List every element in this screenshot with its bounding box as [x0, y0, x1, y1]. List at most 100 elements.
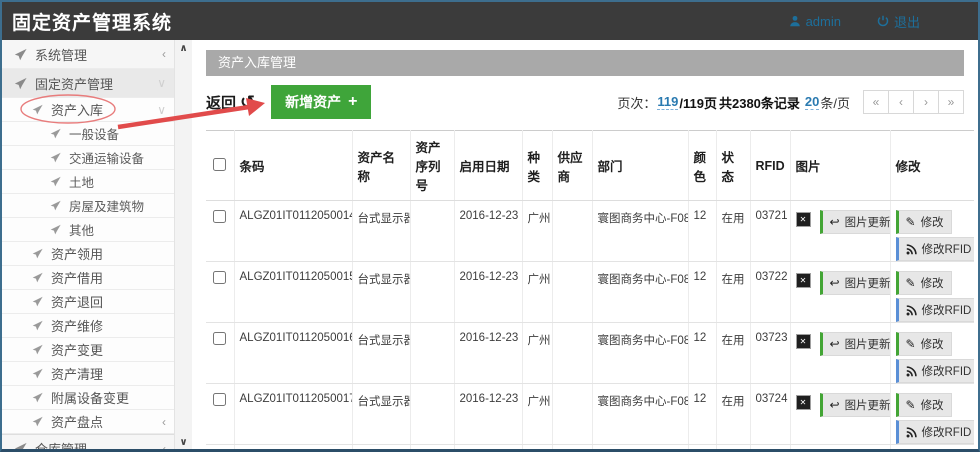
edit-rfid-button[interactable]: 修改RFID — [896, 420, 975, 444]
sidebar-item-label: 资产变更 — [51, 340, 103, 359]
record-count: 共2380条记录 — [719, 93, 800, 112]
back-button[interactable]: 返回 ↺ — [206, 92, 255, 113]
edit-button[interactable]: ✎ 修改 — [896, 393, 952, 417]
update-arrow-icon: ↩ — [830, 277, 840, 289]
image-update-button[interactable]: ↩ 图片更新 — [820, 210, 891, 234]
sidebar-item[interactable]: 附属设备变更 — [2, 386, 174, 410]
sidebar-item[interactable]: 资产入库 ∨ — [2, 98, 174, 122]
sidebar-item-label: 一般设备 — [69, 124, 119, 143]
edit-rfid-button[interactable]: 修改RFID — [896, 359, 975, 383]
pager-button-1[interactable]: ‹ — [888, 90, 914, 114]
cell-status: 在用 — [716, 323, 750, 384]
sidebar-item[interactable]: 资产清理 — [2, 362, 174, 386]
chevron-icon: ∨ — [157, 103, 166, 117]
cell-color: 12 — [688, 201, 716, 262]
cell-serial — [410, 445, 454, 452]
paper-plane-icon — [32, 320, 43, 331]
cell-name: 台式显示器 — [352, 384, 410, 445]
sidebar-scrollbar[interactable]: ∧ ∨ — [174, 40, 192, 451]
broken-image-icon: ✕ — [796, 212, 811, 227]
image-update-button[interactable]: ↩ 图片更新 — [820, 271, 891, 295]
add-asset-label: 新增资产 — [285, 92, 341, 112]
sidebar-menu: 系统管理 ‹ 固定资产管理 ∨ 资产入库 ∨ 一般设备 交通运输设备 土地 房屋… — [2, 40, 174, 452]
edit-button[interactable]: ✎ 修改 — [896, 271, 952, 295]
sidebar-item-label: 资产退回 — [51, 292, 103, 311]
paper-plane-icon — [32, 392, 43, 403]
scroll-up-icon[interactable]: ∧ — [175, 43, 192, 54]
app-window: 固定资产管理系统 admin 退出 系统管理 ‹ 固定资产管理 ∨ 资产入库 ∨… — [0, 0, 980, 452]
table-row: ALGZ01IT0112050017 台式显示器 2016-12-23 广州 寰… — [206, 384, 974, 445]
cell-date: 2016-12-23 — [454, 201, 522, 262]
pager-button-2[interactable]: › — [913, 90, 939, 114]
row-checkbox[interactable] — [213, 271, 226, 284]
cell-date: 2016-12-23 — [454, 262, 522, 323]
edit-rfid-button[interactable]: 修改RFID — [896, 298, 975, 322]
image-update-button[interactable]: ↩ 图片更新 — [820, 332, 891, 356]
paper-plane-icon — [14, 77, 27, 90]
sidebar-item-label: 系统管理 — [35, 45, 87, 64]
sidebar-item-label: 仓库管理 — [35, 439, 87, 452]
scroll-down-icon[interactable]: ∨ — [175, 437, 192, 448]
cell-supplier — [552, 262, 592, 323]
column-header: 部门 — [592, 131, 688, 201]
cell-serial — [410, 323, 454, 384]
pager-button-0[interactable]: « — [863, 90, 889, 114]
edit-button[interactable]: ✎ 修改 — [896, 210, 952, 234]
update-arrow-icon: ↩ — [830, 338, 840, 350]
cell-category: 广州 — [522, 445, 552, 452]
rfid-signal-icon — [906, 427, 917, 438]
cell-dept: 寰图商务中心-F08 — [592, 323, 688, 384]
image-update-label: 图片更新 — [845, 275, 890, 291]
column-header: 种类 — [522, 131, 552, 201]
sidebar-item-label: 资产维修 — [51, 316, 103, 335]
pager-button-3[interactable]: » — [938, 90, 964, 114]
paper-plane-icon — [50, 176, 61, 187]
select-all-checkbox[interactable] — [213, 158, 226, 171]
column-header: 条码 — [234, 131, 352, 201]
edit-button[interactable]: ✎ 修改 — [896, 332, 952, 356]
sidebar-item[interactable]: 土地 — [2, 170, 174, 194]
column-header: RFID — [750, 131, 790, 201]
sidebar-item-label: 资产借用 — [51, 268, 103, 287]
sidebar-item[interactable]: 资产维修 — [2, 314, 174, 338]
table-header-row: 条码资产名称资产序列号启用日期种类供应商部门颜色状态RFID图片修改 — [206, 131, 974, 201]
cell-dept: 寰图商务中心-F08 — [592, 262, 688, 323]
cell-color: 12 — [688, 323, 716, 384]
sidebar-item[interactable]: 资产退回 — [2, 290, 174, 314]
row-checkbox[interactable] — [213, 210, 226, 223]
broken-image-icon: ✕ — [796, 334, 811, 349]
page-size-suffix: 条/页 — [820, 93, 850, 112]
sidebar-item[interactable]: 资产领用 — [2, 242, 174, 266]
sidebar-item[interactable]: 一般设备 — [2, 122, 174, 146]
cell-status: 在用 — [716, 262, 750, 323]
sidebar-item[interactable]: 房屋及建筑物 — [2, 194, 174, 218]
sidebar-item[interactable]: 资产变更 — [2, 338, 174, 362]
row-checkbox[interactable] — [213, 393, 226, 406]
row-checkbox[interactable] — [213, 332, 226, 345]
image-update-button[interactable]: ↩ 图片更新 — [820, 393, 891, 417]
cell-serial — [410, 384, 454, 445]
edit-rfid-label: 修改RFID — [922, 363, 972, 379]
sidebar-item[interactable]: 资产借用 — [2, 266, 174, 290]
image-update-label: 图片更新 — [845, 214, 890, 230]
page-size-link[interactable]: 20 — [805, 94, 819, 110]
sidebar-item[interactable]: 交通运输设备 — [2, 146, 174, 170]
cell-name: 台式显示器 — [352, 323, 410, 384]
cell-supplier — [552, 445, 592, 452]
edit-rfid-button[interactable]: 修改RFID — [896, 237, 975, 261]
sidebar-item[interactable]: 固定资产管理 ∨ — [2, 69, 174, 98]
sidebar-item[interactable]: 资产盘点 ‹ — [2, 410, 174, 434]
sidebar-item[interactable]: 仓库管理 ‹ — [2, 434, 174, 452]
sidebar-item-label: 资产清理 — [51, 364, 103, 383]
update-arrow-icon: ↩ — [830, 216, 840, 228]
add-asset-button[interactable]: 新增资产 + — [271, 85, 371, 119]
cell-rfid: 03724 — [750, 384, 790, 445]
current-page-link[interactable]: 119 — [657, 94, 678, 110]
cell-barcode: ALGZ01IT0112050016 — [234, 323, 352, 384]
sidebar-item[interactable]: 其他 — [2, 218, 174, 242]
asset-table: 条码资产名称资产序列号启用日期种类供应商部门颜色状态RFID图片修改 ALGZ0… — [206, 130, 974, 451]
logout-link[interactable]: 退出 — [877, 12, 920, 31]
user-link[interactable]: admin — [789, 12, 841, 31]
sidebar-item[interactable]: 系统管理 ‹ — [2, 40, 174, 69]
edit-icon: ✎ — [906, 399, 916, 411]
